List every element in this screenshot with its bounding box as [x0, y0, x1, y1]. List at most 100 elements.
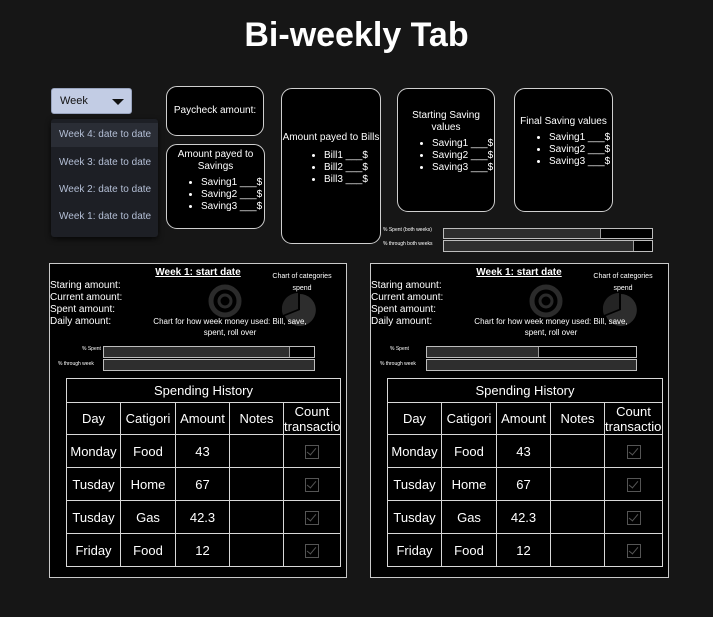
table-row: Tusday Gas 42.3: [66, 500, 341, 534]
count-cell: [604, 467, 663, 501]
week-summary: Staring amount: Current amount: Spent am…: [371, 280, 443, 328]
starting-saving-item: Saving2 ___$: [432, 150, 494, 162]
current-amount-label: Current amount:: [371, 292, 444, 303]
week-spent-label: % Spent: [82, 346, 101, 352]
chevron-down-icon: [112, 99, 124, 105]
week-panel: Week 1: start date Staring amount: Curre…: [370, 263, 669, 578]
donut-chart-icon: [208, 284, 242, 318]
savings-paid-label: Amount payed to Savings: [177, 149, 254, 172]
spending-history-table: Spending History Day Catigori Amount Not…: [66, 378, 341, 567]
savings-paid-item: Saving1 ___$: [201, 177, 264, 189]
count-cell: [283, 500, 341, 534]
biweekly-spent-bar: [443, 228, 653, 239]
week-select[interactable]: Week: [51, 88, 132, 114]
category-cell: Home: [120, 467, 176, 501]
week-spent-label: % Spent: [390, 346, 409, 352]
week-through-label: % through week: [58, 361, 94, 367]
final-saving-item: Saving1 ___$: [549, 132, 612, 144]
table-row: Monday Food 43: [387, 434, 663, 468]
column-header: Count transaction: [283, 402, 341, 435]
notes-cell[interactable]: [550, 533, 605, 567]
amount-cell: 43: [496, 434, 551, 468]
final-saving-item: Saving2 ___$: [549, 144, 612, 156]
spending-history-title: Spending History: [66, 378, 341, 403]
count-checkbox[interactable]: [626, 444, 641, 459]
week-title: Week 1: start date: [476, 267, 562, 278]
notes-cell[interactable]: [229, 434, 284, 468]
category-cell: Home: [441, 467, 497, 501]
count-checkbox[interactable]: [305, 510, 319, 525]
page-title: Bi-weekly Tab: [244, 16, 469, 54]
category-cell: Gas: [441, 500, 497, 534]
notes-cell[interactable]: [550, 434, 605, 468]
daily-amount-label: Daily amount:: [50, 316, 112, 327]
biweekly-through-fill: [444, 241, 635, 251]
savings-paid-item: Saving2 ___$: [201, 189, 264, 201]
usage-chart-label: Chart for how week money used: Bill, sav…: [153, 317, 307, 337]
count-checkbox[interactable]: [305, 444, 319, 459]
day-cell: Tusday: [66, 500, 121, 534]
week-select-value: Week: [60, 95, 88, 107]
starting-amount-label: Staring amount:: [50, 280, 121, 291]
bill-item: Bill1 ___$: [324, 150, 380, 162]
amount-cell: 12: [175, 533, 230, 567]
category-cell: Food: [441, 533, 497, 567]
paycheck-label: Paycheck amount:: [173, 105, 257, 116]
amount-cell: 67: [175, 467, 230, 501]
column-header: Catigori: [441, 402, 497, 435]
count-checkbox[interactable]: [626, 477, 641, 492]
table-row: Tusday Home 67: [66, 467, 341, 501]
notes-cell[interactable]: [229, 533, 284, 567]
count-cell: [283, 467, 341, 501]
count-cell: [604, 533, 663, 567]
count-checkbox[interactable]: [626, 543, 641, 558]
week-option[interactable]: Week 2: date to date: [59, 184, 151, 195]
category-cell: Food: [120, 434, 176, 468]
final-saving-box: Final Saving values Saving1 ___$ Saving2…: [514, 88, 613, 212]
week-summary: Staring amount: Current amount: Spent am…: [50, 280, 122, 328]
biweekly-through-label: % through both weeks: [383, 241, 433, 247]
week-option[interactable]: Week 1: date to date: [59, 211, 151, 222]
count-checkbox[interactable]: [626, 510, 641, 525]
column-header: Day: [387, 402, 442, 435]
day-cell: Monday: [387, 434, 442, 468]
amount-cell: 43: [175, 434, 230, 468]
notes-cell[interactable]: [229, 500, 284, 534]
current-amount-label: Current amount:: [50, 292, 123, 303]
week-option[interactable]: Week 3: date to date: [59, 157, 151, 168]
savings-paid-item: Saving3 ___$: [201, 201, 264, 213]
count-cell: [283, 434, 341, 468]
starting-saving-label: Starting Saving values: [412, 110, 480, 133]
week-through-bar: [103, 359, 315, 371]
notes-cell[interactable]: [550, 500, 605, 534]
count-checkbox[interactable]: [305, 543, 319, 558]
notes-cell[interactable]: [550, 467, 605, 501]
category-cell: Gas: [120, 500, 176, 534]
week-option[interactable]: Week 4: date to date: [51, 123, 158, 147]
week-spent-bar: [103, 346, 315, 358]
starting-amount-label: Staring amount:: [371, 280, 442, 291]
week-panel: Week 1: start date Staring amount: Curre…: [49, 263, 347, 578]
final-saving-item: Saving3 ___$: [549, 156, 612, 168]
count-checkbox[interactable]: [305, 477, 319, 492]
bill-item: Bill2 ___$: [324, 162, 380, 174]
day-cell: Friday: [66, 533, 121, 567]
spending-history-table: Spending History Day Catigori Amount Not…: [387, 378, 663, 567]
amount-cell: 12: [496, 533, 551, 567]
daily-amount-label: Daily amount:: [371, 316, 433, 327]
spent-amount-label: Spent amount:: [50, 304, 116, 315]
amount-cell: 42.3: [175, 500, 230, 534]
notes-cell[interactable]: [229, 467, 284, 501]
spent-amount-label: Spent amount:: [371, 304, 437, 315]
column-header: Notes: [229, 402, 284, 435]
week-through-fill: [104, 360, 314, 370]
column-header: Day: [66, 402, 121, 435]
week-spent-fill: [104, 347, 290, 357]
week-through-bar: [426, 359, 637, 371]
week-title: Week 1: start date: [155, 267, 241, 278]
week-through-label: % through week: [380, 361, 416, 367]
table-row: Friday Food 12: [66, 533, 341, 567]
category-cell: Food: [120, 533, 176, 567]
starting-saving-item: Saving3 ___$: [432, 162, 494, 174]
count-cell: [604, 500, 663, 534]
